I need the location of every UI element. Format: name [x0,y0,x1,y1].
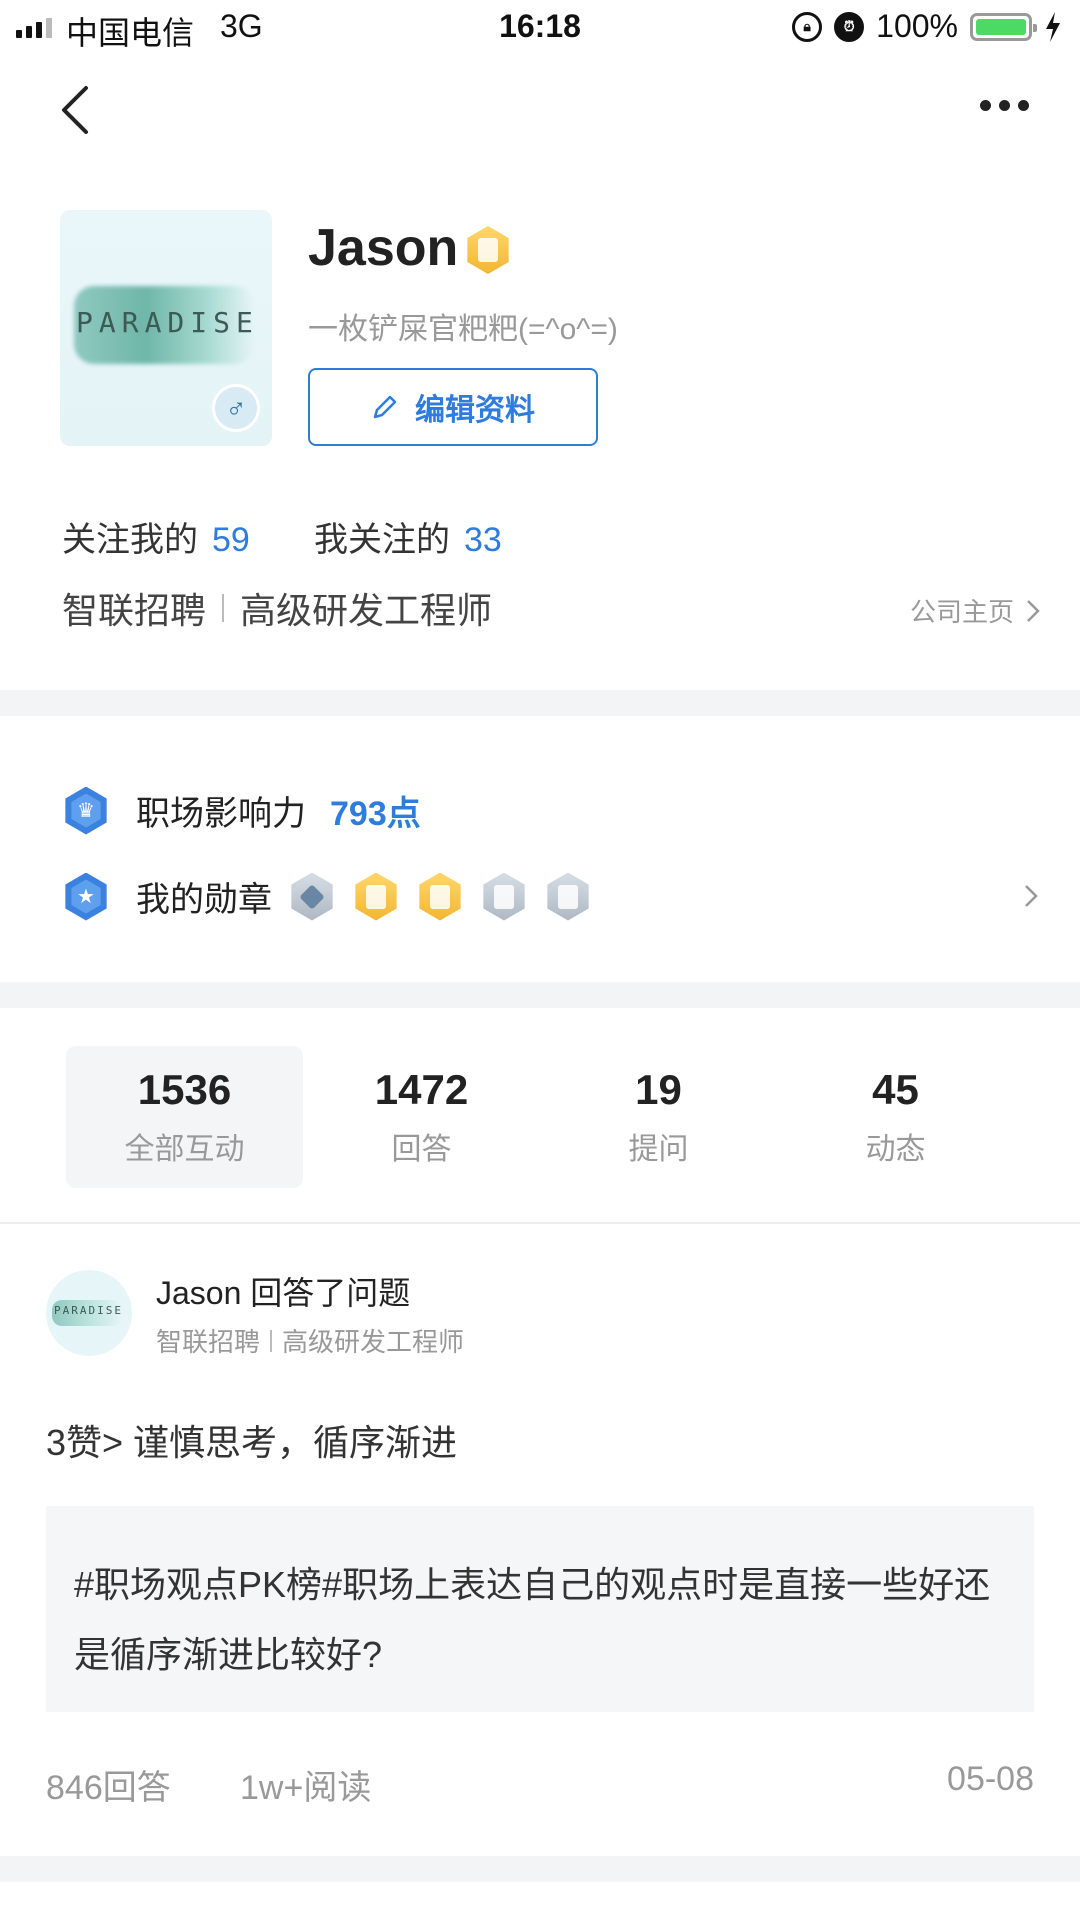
followers-link[interactable]: 关注我的 59 [62,512,250,561]
more-options-icon[interactable] [980,100,1029,111]
gold-doc-medal-icon [355,872,397,921]
followers-label: 关注我的 [62,521,198,559]
stat-label: 全部互动 [124,1133,245,1166]
battery-percent: 100% [876,8,958,44]
stat-number: 1536 [137,1066,232,1113]
stats-tabs: 1536 全部互动 1472 回答 19 提问 45 动态 [66,1046,1016,1188]
job-position: 高级研发工程师 [240,590,493,631]
stat-number: 45 [872,1066,919,1113]
profile-screen: 中国电信 3G 16:18 🔒︎ ⏰︎ 100% PARADISE ♂ Jaso… [0,0,1080,1920]
medals-row[interactable]: ★ 我的勋章 [62,872,592,921]
company-homepage-label: 公司主页 [909,597,1014,627]
following-label: 我关注的 [314,521,450,559]
edit-profile-button[interactable]: 编辑资料 [308,368,598,446]
influence-points: 793点 [330,795,421,833]
influence-label: 职场影响力 [136,795,306,833]
feed-company: 智联招聘 [156,1327,261,1357]
male-gender-icon: ♂ [212,384,260,432]
reads-count: 1w+阅读 [240,1769,372,1807]
pencil-icon [373,395,397,419]
following-count: 33 [464,521,502,559]
pen-medal-icon [291,872,333,921]
section-separator [0,1856,1080,1882]
feed-title[interactable]: Jason 回答了问题 [156,1268,410,1314]
feed-avatar[interactable]: PARADISE [46,1270,132,1356]
stat-label: 动态 [865,1133,926,1166]
edit-profile-label: 编辑资料 [415,394,535,427]
chevron-right-icon [1027,599,1040,622]
gold-doc-medal-icon [419,872,461,921]
tab-all-interactions[interactable]: 1536 全部互动 [66,1046,303,1188]
stat-label: 提问 [628,1133,689,1166]
question-card[interactable]: #职场观点PK榜#职场上表达自己的观点时是直接一些好还是循序渐进比较好? [46,1506,1034,1712]
tab-activity[interactable]: 45 动态 [777,1046,1014,1188]
section-separator [0,690,1080,716]
avatar-text: PARADISE [76,306,259,339]
tab-questions[interactable]: 19 提问 [540,1046,777,1188]
question-text: #职场观点PK榜#职场上表达自己的观点时是直接一些好还是循序渐进比较好? [74,1564,991,1675]
divider [222,594,225,622]
calendar-medal-icon [547,872,589,921]
battery-icon [970,12,1037,41]
crown-icon: ♛ [65,786,107,835]
following-link[interactable]: 我关注的 33 [314,512,502,561]
influence-row[interactable]: ♛ 职场影响力 793点 [62,786,421,835]
tab-answers[interactable]: 1472 回答 [303,1046,540,1188]
section-separator [0,982,1080,1008]
job-info: 智联招聘 高级研发工程师 [62,582,492,634]
back-arrow-icon[interactable] [56,84,96,136]
stat-number: 19 [635,1066,682,1113]
chevron-right-icon[interactable] [1024,884,1038,908]
user-signature: 一枚铲屎官粑粑(=^o^=) [308,313,618,346]
like-medal-icon [483,872,525,921]
feed-position: 高级研发工程师 [282,1327,465,1357]
feed-subtitle: 智联招聘 高级研发工程师 [156,1322,464,1359]
post-date: 05-08 [947,1760,1034,1798]
medals-label: 我的勋章 [136,881,272,919]
followers-count: 59 [212,521,250,559]
rotation-lock-icon: 🔒︎ [792,11,823,42]
status-bar: 中国电信 3G 16:18 🔒︎ ⏰︎ 100% [0,0,1080,56]
company-homepage-link[interactable]: 公司主页 [910,592,1040,629]
star-icon: ★ [65,872,107,921]
stat-label: 回答 [391,1133,452,1166]
gold-doc-badge-icon[interactable] [467,226,509,274]
stat-number: 1472 [374,1066,469,1113]
answer-text[interactable]: 3赞> 谨慎思考，循序渐进 [46,1414,457,1466]
answers-count: 846回答 [46,1769,171,1807]
user-name: Jason [308,219,459,277]
divider [0,1222,1080,1224]
divider [270,1329,273,1352]
alarm-icon: ⏰︎ [834,11,865,42]
charging-icon [1046,11,1060,42]
company-name: 智联招聘 [62,590,207,631]
